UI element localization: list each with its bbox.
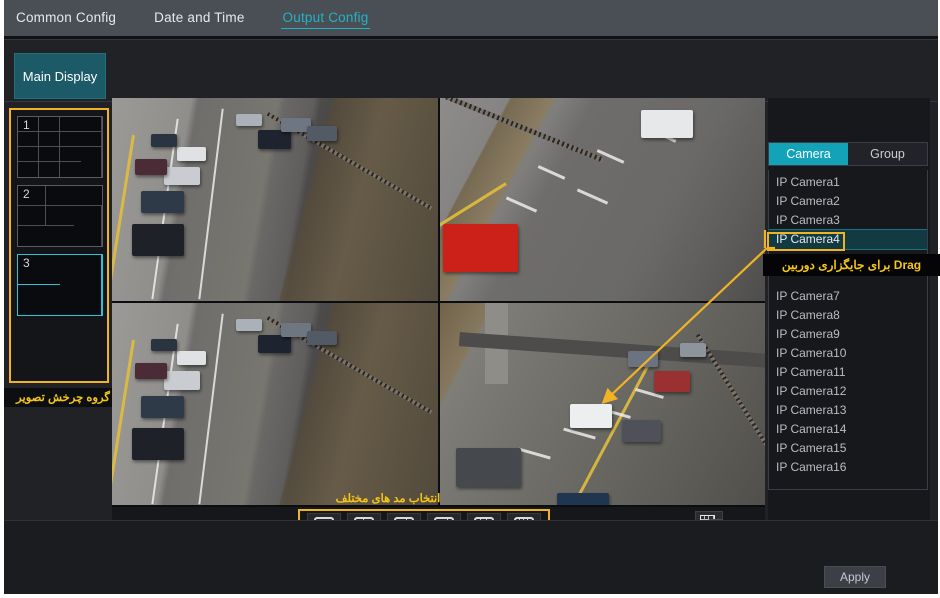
camera-list-item[interactable]: IP Camera1 xyxy=(769,173,927,192)
display-group-2[interactable]: 2 xyxy=(17,185,103,247)
camera-list-item[interactable]: IP Camera2 xyxy=(769,192,927,211)
camera-list-item[interactable]: IP Camera14 xyxy=(769,420,927,439)
group-cell xyxy=(81,132,102,147)
camera-list-item-selected[interactable]: IP Camera4 xyxy=(769,229,927,250)
video-panel-3[interactable] xyxy=(112,302,438,505)
display-group-3[interactable]: 3 xyxy=(17,254,103,316)
camera-list-item[interactable]: IP Camera3 xyxy=(769,211,927,230)
group-cell xyxy=(18,147,39,162)
group-3-number: 3 xyxy=(23,256,30,270)
camera-list-item[interactable]: IP Camera13 xyxy=(769,401,927,420)
left-border xyxy=(0,0,4,598)
camera-list-item[interactable]: IP Camera16 xyxy=(769,458,927,477)
group-cell xyxy=(81,117,102,132)
group-cell xyxy=(18,226,46,246)
camera-list-item[interactable]: IP Camera15 xyxy=(769,439,927,458)
group-cell xyxy=(18,132,39,147)
drag-annotation-caption: Drag برای جایگزاری دوربین xyxy=(763,254,940,276)
camera-list[interactable]: IP Camera1 IP Camera2 IP Camera3 IP Came… xyxy=(768,170,928,490)
video-scene xyxy=(112,302,438,505)
display-group-column: 1 2 3 xyxy=(9,108,109,383)
group-cell xyxy=(74,186,102,206)
group-column-caption: گروه چرخش تصویر xyxy=(3,388,123,407)
group-cell xyxy=(81,162,102,177)
group-cell xyxy=(60,147,81,162)
group-1-number: 1 xyxy=(23,118,30,132)
group-cell xyxy=(39,147,60,162)
camera-list-item[interactable]: IP Camera10 xyxy=(769,344,927,363)
group-cell xyxy=(18,285,60,315)
video-preview-area: 16 xyxy=(112,98,765,543)
camera-panel-tabs: Camera Group xyxy=(768,142,928,166)
video-scene xyxy=(439,98,765,301)
group-cell xyxy=(18,162,39,177)
group-cell xyxy=(74,206,102,226)
group-cell xyxy=(46,186,74,206)
group-cell xyxy=(18,206,46,226)
group-2-number: 2 xyxy=(23,187,30,201)
group-cell xyxy=(60,255,102,285)
bottom-border xyxy=(0,594,940,598)
video-panel-2[interactable] xyxy=(439,98,765,301)
group-cell xyxy=(74,226,102,246)
tab-camera[interactable]: Camera xyxy=(769,143,848,165)
video-scene xyxy=(439,302,765,505)
group-cell xyxy=(81,147,102,162)
group-cell xyxy=(60,162,81,177)
tab-group[interactable]: Group xyxy=(848,143,927,165)
main-display-button[interactable]: Main Display xyxy=(14,53,106,99)
camera-list-item[interactable]: IP Camera12 xyxy=(769,382,927,401)
top-tab-bar: Common Config Date and Time Output Confi… xyxy=(0,0,940,36)
group-cell xyxy=(39,162,60,177)
video-panel-1[interactable] xyxy=(112,98,438,301)
group-cell xyxy=(39,117,60,132)
footer-bar: Apply xyxy=(0,520,940,598)
group-cell xyxy=(60,117,81,132)
display-group-1[interactable]: 1 xyxy=(17,116,103,178)
apply-button[interactable]: Apply xyxy=(824,566,886,588)
output-config-window: Common Config Date and Time Output Confi… xyxy=(0,0,940,598)
camera-list-item[interactable]: IP Camera9 xyxy=(769,325,927,344)
group-cell xyxy=(39,132,60,147)
tab-output-config[interactable]: Output Config xyxy=(280,8,371,29)
video-panel-4[interactable] xyxy=(439,302,765,505)
video-grid xyxy=(112,98,765,505)
camera-list-item[interactable]: IP Camera11 xyxy=(769,363,927,382)
content-area: Main Display 1 2 3 گروه چرخش تصویر انتخا… xyxy=(0,39,940,559)
group-cell xyxy=(46,226,74,246)
video-scene xyxy=(112,98,438,301)
tab-date-and-time[interactable]: Date and Time xyxy=(152,8,246,28)
group-cell xyxy=(60,132,81,147)
tab-common-config[interactable]: Common Config xyxy=(14,8,118,28)
camera-list-item[interactable]: IP Camera8 xyxy=(769,306,927,325)
camera-list-item[interactable]: IP Camera7 xyxy=(769,287,927,306)
group-cell xyxy=(46,206,74,226)
group-cell xyxy=(60,285,102,315)
camera-panel: Camera Group IP Camera1 IP Camera2 IP Ca… xyxy=(768,98,930,543)
